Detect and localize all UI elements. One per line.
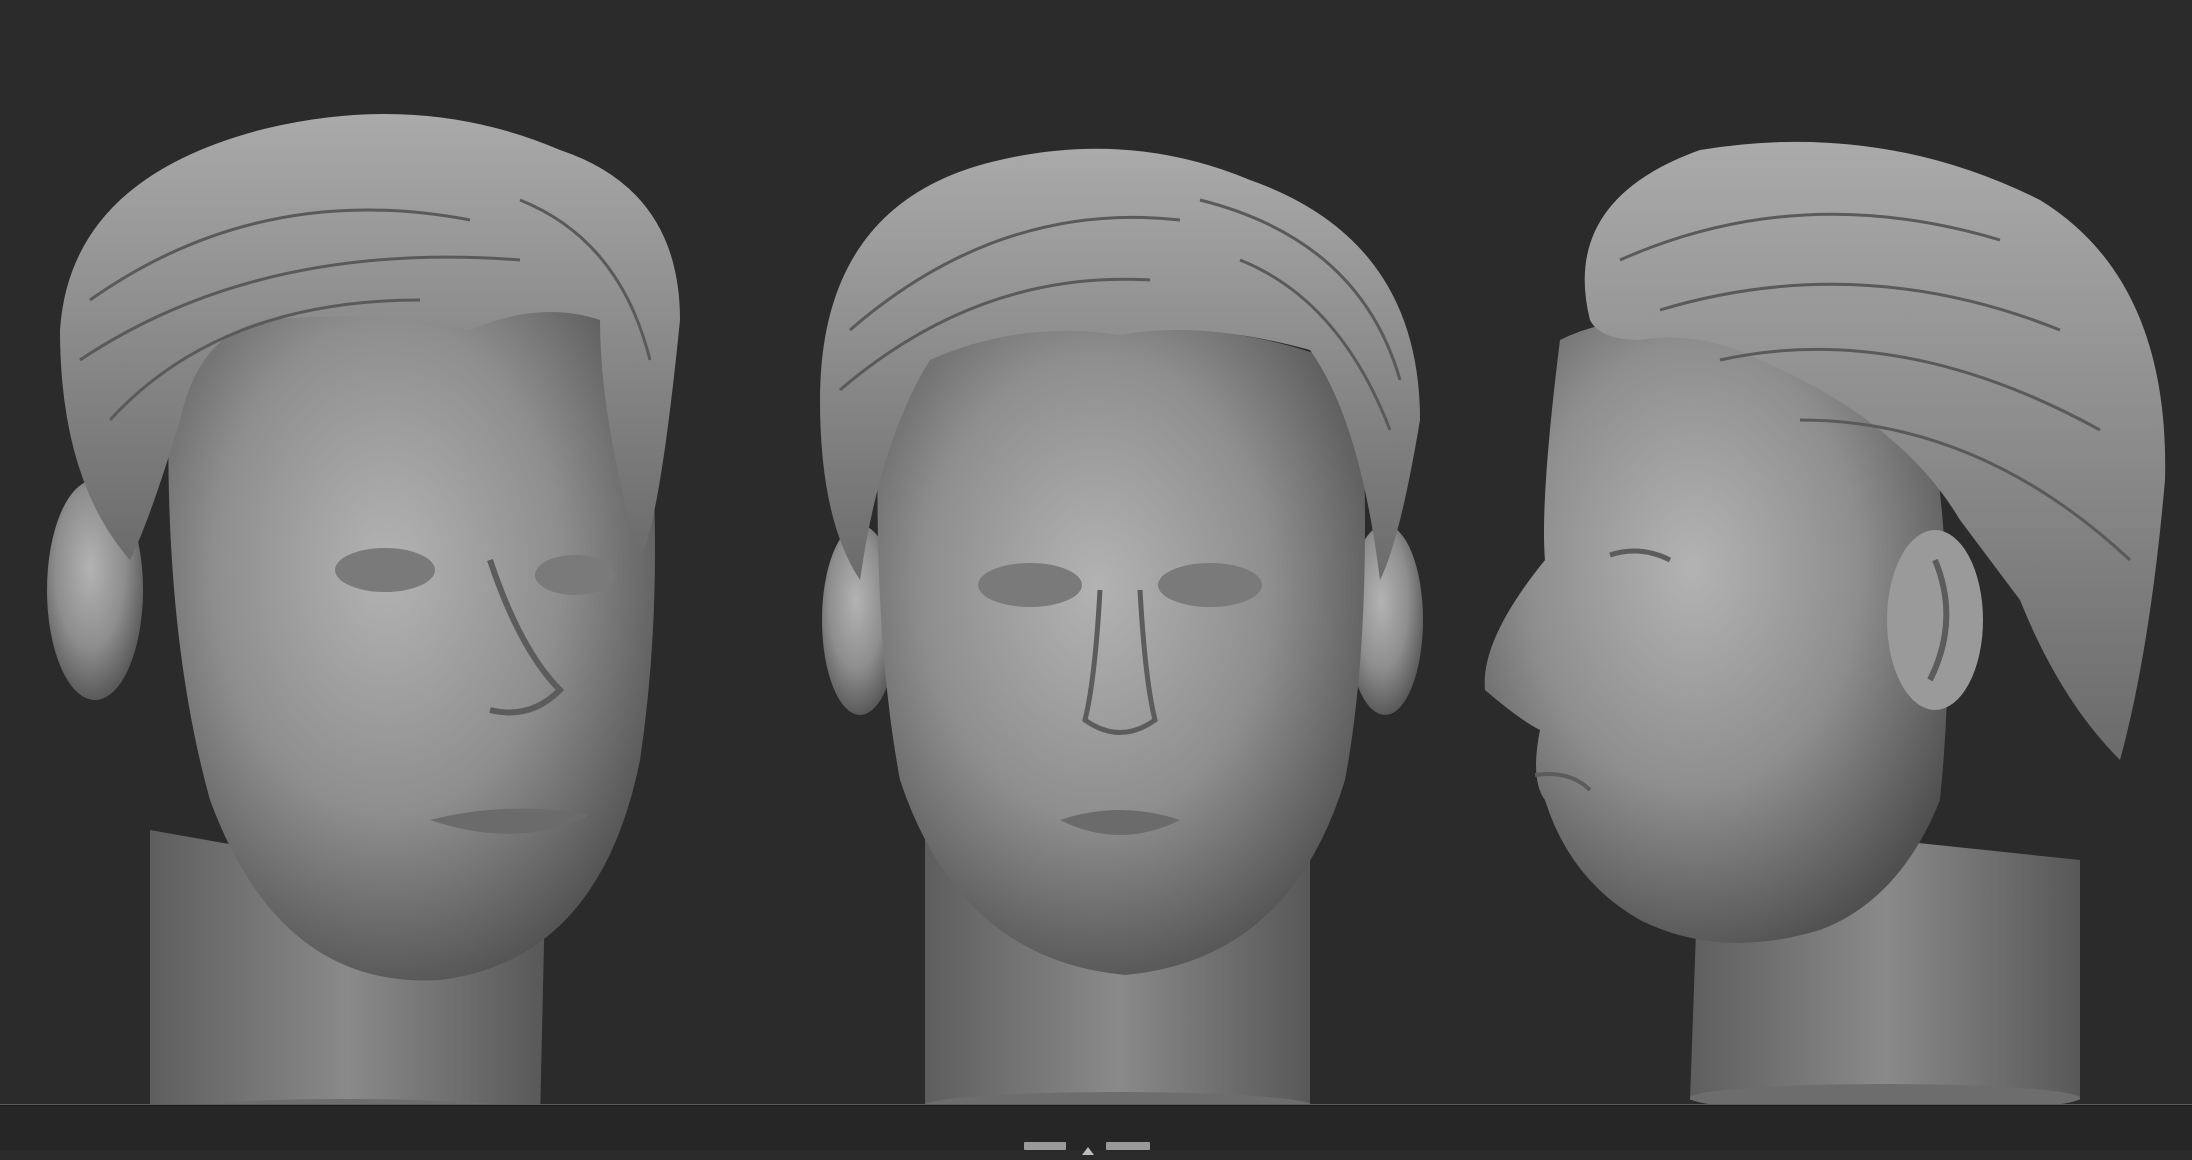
sculpt-app-window — [0, 0, 2192, 1155]
sculpt-head-profile[interactable] — [1484, 141, 2166, 1104]
sculpt-head-front[interactable] — [820, 148, 1423, 1104]
bottom-shelf — [0, 1105, 2192, 1155]
sculpt-head-three-quarter[interactable] — [47, 114, 680, 1104]
3d-viewport[interactable] — [0, 0, 2192, 1104]
viewport-canvas — [47, 114, 2166, 1104]
